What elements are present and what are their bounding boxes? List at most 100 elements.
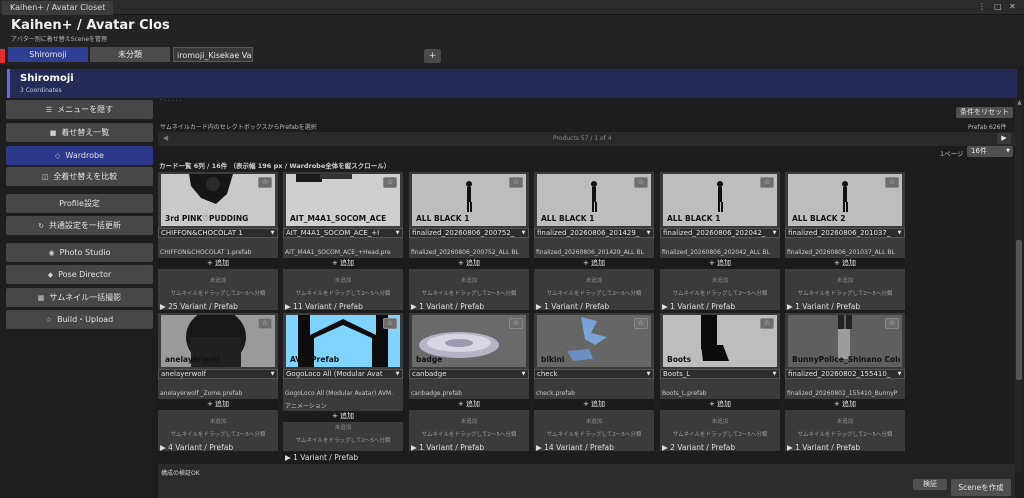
hair-thumbnail-icon[interactable]: ☆ anelayerwolf [161, 315, 275, 367]
boots-thumbnail-icon[interactable]: ☆ Boots [663, 315, 777, 367]
favorite-star-icon[interactable]: ☆ [760, 318, 774, 329]
avatar-name-input[interactable]: iromoji_Kisekae Varia [173, 47, 253, 62]
variant-count-toggle[interactable]: ▶ 1 Variant / Prefab [787, 443, 860, 452]
prefab-select[interactable]: AIT_M4A1_SOCOM_ACE_+I ▼ [283, 228, 403, 238]
add-outfit-button[interactable]: + 追加 [158, 258, 278, 269]
prefab-select[interactable]: Boots_L ▼ [660, 369, 780, 379]
per-page-select[interactable]: 16件 ▼ [967, 146, 1013, 157]
favorite-star-icon[interactable]: ☆ [258, 318, 272, 329]
add-outfit-button[interactable]: + 追加 [283, 411, 403, 422]
favorite-star-icon[interactable]: ☆ [634, 177, 648, 188]
add-avatar-button[interactable]: + [424, 49, 441, 63]
variant-count-toggle[interactable]: ▶ 25 Variant / Prefab [160, 302, 238, 311]
prefab-select[interactable]: finalized_20260806_201429_ ▼ [534, 228, 654, 238]
wardrobe-card[interactable]: ☆ ALL BLACK 2 finalized_20260806_201037_ ▼ f… [785, 172, 905, 310]
next-page-button[interactable]: ▶ [997, 133, 1011, 144]
variant-count-toggle[interactable]: ▶ 1 Variant / Prefab [285, 453, 358, 462]
favorite-star-icon[interactable]: ☆ [760, 177, 774, 188]
prefab-select[interactable]: finalized_20260802_155410_ ▼ [785, 369, 905, 379]
star-icon: ☆ [45, 316, 53, 324]
favorite-star-icon[interactable]: ☆ [383, 318, 397, 329]
figure-thumbnail-icon[interactable]: ☆ ALL BLACK 1 [663, 174, 777, 226]
scroll-up-icon[interactable]: ▲ [1016, 100, 1023, 106]
favorite-star-icon[interactable]: ☆ [885, 318, 899, 329]
close-icon[interactable]: ✕ [1009, 2, 1016, 12]
prefab-select[interactable]: CHIFFON&CHOCOLAT 1 ▼ [158, 228, 278, 238]
variant-count-toggle[interactable]: ▶ 1 Variant / Prefab [411, 443, 484, 452]
prefab-select[interactable]: anelayerwolf ▼ [158, 369, 278, 379]
sidebar-item-photo-studio[interactable]: ◉ Photo Studio [6, 243, 153, 262]
wardrobe-card[interactable]: ☆ ALL BLACK 1 finalized_20260806_201429_ ▼ f… [534, 172, 654, 310]
add-outfit-button[interactable]: + 追加 [534, 258, 654, 269]
favorite-star-icon[interactable]: ☆ [885, 177, 899, 188]
badge-thumbnail-icon[interactable]: ☆ badge [412, 315, 526, 367]
prefab-select[interactable]: finalized_20260806_201037_ ▼ [785, 228, 905, 238]
rifle-thumbnail-icon[interactable]: ☆ AIT_M4A1_SOCOM_ACE [286, 174, 400, 226]
add-outfit-button[interactable]: + 追加 [409, 399, 529, 410]
wardrobe-card[interactable]: ☆ Boots Boots_L ▼ Boots_L.prefab + 追加 未追加 サムネイル… [660, 313, 780, 451]
variant-count-toggle[interactable]: ▶ 1 Variant / Prefab [536, 302, 609, 311]
add-outfit-button[interactable]: + 追加 [283, 258, 403, 269]
wardrobe-card[interactable]: ☆ AVM Prefab GogoLoco All (Modular Avat ▼ Go… [283, 313, 403, 451]
wardrobe-card[interactable]: ☆ ALL BLACK 1 finalized_20260806_200752_ ▼ f… [409, 172, 529, 310]
add-outfit-button[interactable]: + 追加 [785, 258, 905, 269]
prefab-select[interactable]: finalized_20260806_202042_ ▼ [660, 228, 780, 238]
validate-button[interactable]: 検証 [913, 479, 947, 490]
sidebar-item-build-upload[interactable]: ☆ Build・Upload [6, 310, 153, 329]
variant-count-toggle[interactable]: ▶ 1 Variant / Prefab [662, 302, 735, 311]
create-scene-button[interactable]: Sceneを作成 [951, 479, 1011, 496]
wardrobe-card[interactable]: ☆ anelayerwolf anelayerwolf ▼ anelayerwolf _… [158, 313, 278, 451]
sidebar-item-bulk-update[interactable]: ↻ 共通設定を一括更新 [6, 216, 153, 235]
tab-uncategorized[interactable]: 未分類 [90, 47, 170, 62]
variant-count-toggle[interactable]: ▶ 2 Variant / Prefab [662, 443, 735, 452]
prefab-select[interactable]: check ▼ [534, 369, 654, 379]
add-outfit-button[interactable]: + 追加 [158, 399, 278, 410]
favorite-star-icon[interactable]: ☆ [634, 318, 648, 329]
prefab-select[interactable]: GogoLoco All (Modular Avat ▼ [283, 369, 403, 379]
variant-count-toggle[interactable]: ▶ 4 Variant / Prefab [160, 443, 233, 452]
more-icon[interactable]: ⋮ [978, 2, 986, 12]
sidebar-item-hide-menu[interactable]: ☰ メニューを隠す [6, 100, 153, 119]
sidebar-item-outfit-list[interactable]: ■ 着せ替え一覧 [6, 123, 153, 142]
add-outfit-button[interactable]: + 追加 [785, 399, 905, 410]
figure-thumbnail-icon[interactable]: ☆ ALL BLACK 1 [412, 174, 526, 226]
wardrobe-card[interactable]: ☆ badge canbadge ▼ canbadge.prefab + 追加 未追加 サムネ… [409, 313, 529, 451]
scrollbar-thumb[interactable] [1016, 240, 1022, 380]
favorite-star-icon[interactable]: ☆ [509, 177, 523, 188]
bikini-thumbnail-icon[interactable]: ☆ bikini [537, 315, 651, 367]
tab-avatar-shiromoji[interactable]: Shiromoji [8, 47, 88, 62]
wardrobe-card[interactable]: ☆ ALL BLACK 1 finalized_20260806_202042_ ▼ f… [660, 172, 780, 310]
prev-page-button[interactable]: ◀ [159, 133, 172, 144]
avm-thumbnail-icon[interactable]: ☆ AVM Prefab [286, 315, 400, 367]
reset-filter-button[interactable]: 条件をリセット [956, 107, 1013, 118]
prefab-select-value: finalized_20260806_201429_ [537, 229, 640, 237]
variant-count-toggle[interactable]: ▶ 1 Variant / Prefab [411, 302, 484, 311]
add-outfit-button[interactable]: + 追加 [409, 258, 529, 269]
variant-count-toggle[interactable]: ▶ 11 Variant / Prefab [285, 302, 363, 311]
prefab-select[interactable]: canbadge ▼ [409, 369, 529, 379]
wardrobe-card[interactable]: ☆ 3rd PINK♡PUDDING CHIFFON&CHOCOLAT 1 ▼ CHIF… [158, 172, 278, 310]
window-tab[interactable]: Kaihen+ / Avatar Closet [2, 1, 114, 15]
sidebar-item-bulk-thumbnail[interactable]: ▦ サムネイル一括撮影 [6, 288, 153, 307]
variant-count-toggle[interactable]: ▶ 1 Variant / Prefab [787, 302, 860, 311]
add-outfit-button[interactable]: + 追加 [660, 399, 780, 410]
prefab-select[interactable]: finalized_20260806_200752_ ▼ [409, 228, 529, 238]
sidebar-item-profile-settings[interactable]: Profile設定 [6, 194, 153, 213]
figure-thumbnail-icon[interactable]: ☆ ALL BLACK 2 [788, 174, 902, 226]
variant-count-toggle[interactable]: ▶ 14 Variant / Prefab [536, 443, 614, 452]
favorite-star-icon[interactable]: ☆ [258, 177, 272, 188]
favorite-star-icon[interactable]: ☆ [509, 318, 523, 329]
add-outfit-button[interactable]: + 追加 [534, 399, 654, 410]
sidebar-item-compare-outfits[interactable]: ◫ 全着せ替えを比較 [6, 167, 153, 186]
maximize-icon[interactable]: □ [994, 2, 1002, 12]
sidebar-item-wardrobe[interactable]: ◇ Wardrobe [6, 146, 153, 165]
wardrobe-card[interactable]: ☆ BunnyPolice_Shinano Colo finalized_20260… [785, 313, 905, 451]
wardrobe-card[interactable]: ☆ AIT_M4A1_SOCOM_ACE AIT_M4A1_SOCOM_ACE_+I… [283, 172, 403, 310]
figure-thumbnail-icon[interactable]: ☆ ALL BLACK 1 [537, 174, 651, 226]
wardrobe-card[interactable]: ☆ bikini check ▼ check.prefab + 追加 未追加 サムネイルをドラ… [534, 313, 654, 451]
bunny-thumbnail-icon[interactable]: ☆ BunnyPolice_Shinano Colo [788, 315, 902, 367]
sidebar-item-pose-director[interactable]: ◆ Pose Director [6, 265, 153, 284]
favorite-star-icon[interactable]: ☆ [383, 177, 397, 188]
outfit-thumbnail-icon[interactable]: ☆ 3rd PINK♡PUDDING [161, 174, 275, 226]
add-outfit-button[interactable]: + 追加 [660, 258, 780, 269]
